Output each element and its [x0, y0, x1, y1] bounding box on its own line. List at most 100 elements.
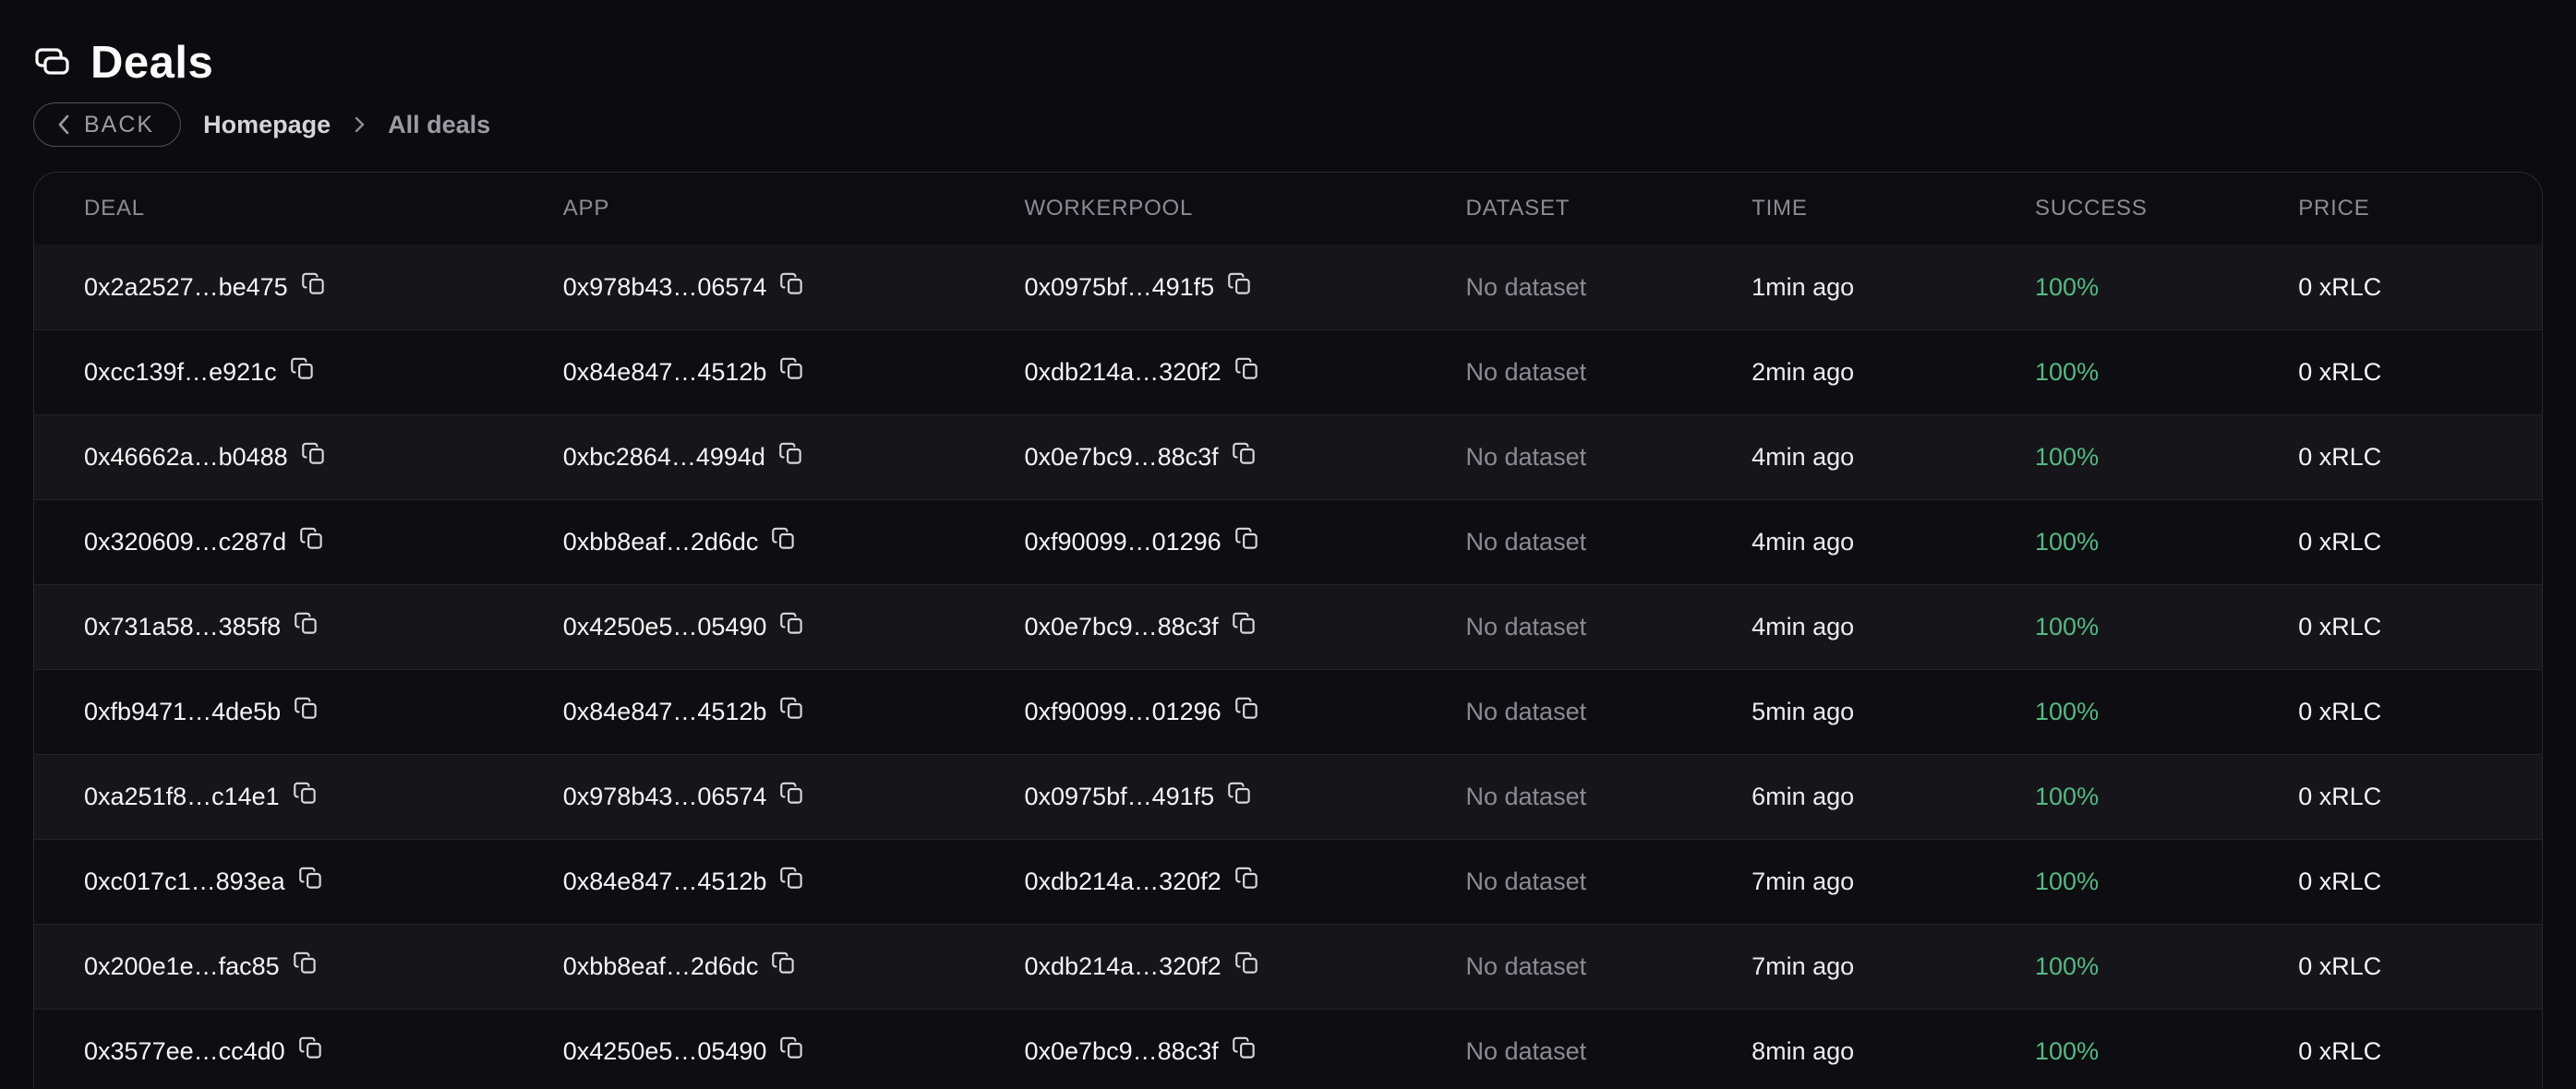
workerpool-hash[interactable]: 0xdb214a…320f2 [1024, 358, 1221, 387]
column-header-time: TIME [1702, 196, 1985, 221]
deal-hash[interactable]: 0x3577ee…cc4d0 [84, 1037, 285, 1066]
copy-icon[interactable] [771, 951, 796, 975]
workerpool-hash[interactable]: 0xf90099…01296 [1024, 698, 1221, 726]
app-hash[interactable]: 0xbb8eaf…2d6dc [563, 528, 759, 556]
dataset-cell: No dataset [1416, 698, 1703, 726]
deal-hash[interactable]: 0xfb9471…4de5b [84, 698, 281, 726]
copy-icon[interactable] [290, 356, 315, 381]
time-value: 2min ago [1751, 358, 1854, 387]
copy-icon[interactable] [294, 696, 319, 721]
deal-hash[interactable]: 0x731a58…385f8 [84, 613, 281, 641]
copy-icon[interactable] [779, 356, 804, 381]
workerpool-hash[interactable]: 0xf90099…01296 [1024, 528, 1221, 556]
table-row[interactable]: 0xcc139f…e921c 0x84e847…4512b 0xdb214a…3… [34, 329, 2542, 414]
copy-icon[interactable] [1234, 696, 1259, 721]
time-cell: 6min ago [1702, 783, 1985, 811]
copy-icon[interactable] [1234, 951, 1259, 975]
table-row[interactable]: 0x3577ee…cc4d0 0x4250e5…05490 0x0e7bc9…8… [34, 1009, 2542, 1089]
app-hash[interactable]: 0x4250e5…05490 [563, 1037, 767, 1066]
copy-icon[interactable] [1234, 526, 1259, 551]
deals-page: Deals BACK Homepage All deals DEAL APP [0, 0, 2576, 1089]
app-hash[interactable]: 0xbc2864…4994d [563, 443, 765, 472]
workerpool-hash[interactable]: 0x0e7bc9…88c3f [1024, 443, 1218, 472]
nav-row: BACK Homepage All deals [33, 102, 2543, 148]
column-header-app: APP [513, 196, 975, 221]
copy-icon[interactable] [298, 866, 323, 891]
table-row[interactable]: 0xc017c1…893ea 0x84e847…4512b 0xdb214a…3… [34, 839, 2542, 924]
copy-icon[interactable] [1227, 781, 1252, 806]
copy-icon[interactable] [1227, 271, 1252, 296]
app-hash[interactable]: 0x978b43…06574 [563, 783, 767, 811]
table-row[interactable]: 0x320609…c287d 0xbb8eaf…2d6dc 0xf90099…0… [34, 499, 2542, 584]
deal-cell: 0x200e1e…fac85 [34, 952, 513, 981]
time-cell: 1min ago [1702, 273, 1985, 302]
app-hash[interactable]: 0x84e847…4512b [563, 868, 767, 896]
success-cell: 100% [1985, 443, 2248, 472]
workerpool-cell: 0x0e7bc9…88c3f [974, 1037, 1415, 1066]
breadcrumb-homepage[interactable]: Homepage [203, 111, 331, 139]
dataset-value: No dataset [1466, 528, 1587, 556]
copy-icon[interactable] [1232, 441, 1257, 466]
workerpool-hash[interactable]: 0xdb214a…320f2 [1024, 868, 1221, 896]
app-hash[interactable]: 0x4250e5…05490 [563, 613, 767, 641]
copy-icon[interactable] [779, 271, 804, 296]
success-value: 100% [2035, 273, 2099, 302]
copy-icon[interactable] [1234, 356, 1259, 381]
time-value: 4min ago [1751, 613, 1854, 641]
copy-icon[interactable] [779, 866, 804, 891]
deal-hash[interactable]: 0x200e1e…fac85 [84, 952, 280, 981]
table-row[interactable]: 0x46662a…b0488 0xbc2864…4994d 0x0e7bc9…8… [34, 414, 2542, 499]
deal-hash[interactable]: 0xcc139f…e921c [84, 358, 277, 387]
deal-hash[interactable]: 0x46662a…b0488 [84, 443, 288, 472]
app-hash[interactable]: 0x84e847…4512b [563, 358, 767, 387]
copy-icon[interactable] [1232, 611, 1257, 636]
workerpool-hash[interactable]: 0xdb214a…320f2 [1024, 952, 1221, 981]
workerpool-hash[interactable]: 0x0e7bc9…88c3f [1024, 613, 1218, 641]
copy-icon[interactable] [779, 1035, 804, 1060]
price-cell: 0 xRLC [2248, 613, 2542, 641]
deal-cell: 0xfb9471…4de5b [34, 698, 513, 726]
workerpool-hash[interactable]: 0x0975bf…491f5 [1024, 273, 1214, 302]
copy-icon[interactable] [299, 526, 324, 551]
copy-icon[interactable] [298, 1035, 323, 1060]
table-row[interactable]: 0x2a2527…be475 0x978b43…06574 0x0975bf…4… [34, 245, 2542, 329]
copy-icon[interactable] [779, 611, 804, 636]
deal-hash[interactable]: 0xc017c1…893ea [84, 868, 285, 896]
time-cell: 7min ago [1702, 868, 1985, 896]
deal-hash[interactable]: 0x320609…c287d [84, 528, 286, 556]
deal-hash[interactable]: 0x2a2527…be475 [84, 273, 288, 302]
column-header-dataset: DATASET [1416, 196, 1703, 221]
copy-icon[interactable] [301, 271, 326, 296]
copy-icon[interactable] [779, 696, 804, 721]
copy-icon[interactable] [1234, 866, 1259, 891]
back-button[interactable]: BACK [33, 102, 181, 147]
deal-hash[interactable]: 0xa251f8…c14e1 [84, 783, 280, 811]
copy-icon[interactable] [294, 611, 319, 636]
copy-icon[interactable] [1232, 1035, 1257, 1060]
time-value: 6min ago [1751, 783, 1854, 811]
copy-icon[interactable] [293, 951, 318, 975]
deal-cell: 0x46662a…b0488 [34, 443, 513, 472]
app-hash[interactable]: 0x978b43…06574 [563, 273, 767, 302]
app-cell: 0x978b43…06574 [513, 783, 975, 811]
column-header-workerpool: WORKERPOOL [974, 196, 1415, 221]
success-value: 100% [2035, 698, 2099, 726]
app-hash[interactable]: 0xbb8eaf…2d6dc [563, 952, 759, 981]
deal-cell: 0x2a2527…be475 [34, 273, 513, 302]
table-row[interactable]: 0xa251f8…c14e1 0x978b43…06574 0x0975bf…4… [34, 754, 2542, 839]
workerpool-cell: 0xf90099…01296 [974, 528, 1415, 556]
app-hash[interactable]: 0x84e847…4512b [563, 698, 767, 726]
copy-icon[interactable] [293, 781, 318, 806]
workerpool-hash[interactable]: 0x0e7bc9…88c3f [1024, 1037, 1218, 1066]
success-cell: 100% [1985, 528, 2248, 556]
price-value: 0 xRLC [2298, 952, 2381, 981]
copy-icon[interactable] [771, 526, 796, 551]
table-row[interactable]: 0x200e1e…fac85 0xbb8eaf…2d6dc 0xdb214a…3… [34, 924, 2542, 1009]
copy-icon[interactable] [301, 441, 326, 466]
table-row[interactable]: 0x731a58…385f8 0x4250e5…05490 0x0e7bc9…8… [34, 584, 2542, 669]
table-row[interactable]: 0xfb9471…4de5b 0x84e847…4512b 0xf90099…0… [34, 669, 2542, 754]
copy-icon[interactable] [778, 441, 803, 466]
dataset-value: No dataset [1466, 698, 1587, 726]
copy-icon[interactable] [779, 781, 804, 806]
workerpool-hash[interactable]: 0x0975bf…491f5 [1024, 783, 1214, 811]
